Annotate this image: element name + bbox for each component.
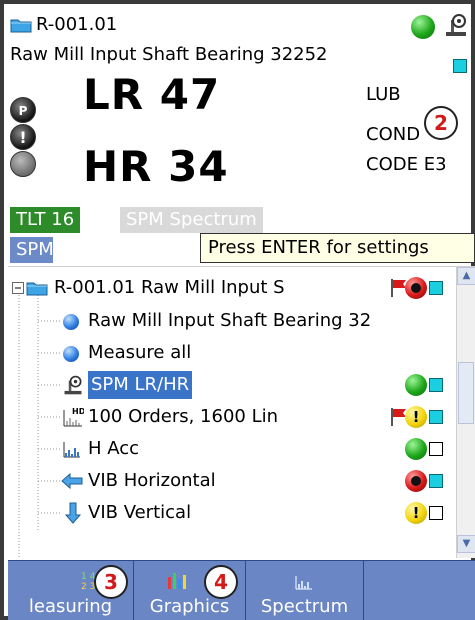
tree-item-spm-lrhr[interactable]: SPM LR/HR bbox=[8, 369, 453, 401]
spm-sensor-icon bbox=[64, 375, 82, 395]
tree-root-row[interactable]: R-001.01 Raw Mill Input S bbox=[8, 272, 453, 304]
tree-item-label: VIB Horizontal bbox=[88, 470, 216, 491]
arrow-down-icon bbox=[64, 502, 82, 524]
scroll-down-icon[interactable]: ▼ bbox=[457, 535, 475, 553]
graphics-icon bbox=[168, 573, 186, 589]
cond-label: COND bbox=[366, 124, 421, 145]
condition-square-icon bbox=[429, 410, 443, 424]
condition-empty-square-icon bbox=[429, 442, 443, 456]
spectrum-button[interactable]: Spectrum bbox=[246, 561, 364, 620]
condition-empty-square-icon bbox=[429, 506, 443, 520]
hd-spectrum-icon: HD bbox=[63, 407, 84, 427]
warning-icon: ! bbox=[10, 124, 36, 150]
status-green-icon bbox=[405, 438, 427, 460]
callout-badge-3: 3 bbox=[94, 565, 128, 599]
tree-item-label: Measure all bbox=[88, 342, 192, 363]
measurement-point-icon bbox=[63, 346, 79, 362]
tree-item-orders[interactable]: HD 100 Orders, 1600 Lin ! bbox=[8, 401, 453, 433]
collapse-icon[interactable] bbox=[12, 282, 24, 294]
tree-item-bearing[interactable]: Raw Mill Input Shaft Bearing 32 bbox=[8, 305, 453, 337]
condition-square-icon bbox=[453, 59, 467, 73]
measurement-tree: R-001.01 Raw Mill Input S Raw Mill Input… bbox=[8, 266, 475, 558]
folder-icon bbox=[26, 282, 48, 296]
graphics-button[interactable]: 4 Graphics bbox=[134, 561, 246, 620]
tree-item-h-acc[interactable]: H Acc bbox=[8, 433, 453, 465]
tab-spm-spectrum[interactable]: SPM Spectrum bbox=[120, 207, 263, 233]
status-warning-icon: ! bbox=[405, 502, 427, 524]
tab-spm[interactable]: SPM bbox=[10, 237, 54, 263]
tree-item-label: Raw Mill Input Shaft Bearing 32 bbox=[88, 310, 372, 331]
device-screen: R-001.01 Raw Mill Input Shaft Bearing 32… bbox=[0, 0, 475, 620]
tree-root-label: R-001.01 Raw Mill Input S bbox=[54, 277, 285, 298]
probe-icon: P bbox=[10, 97, 36, 123]
scroll-up-icon[interactable]: ▲ bbox=[457, 267, 475, 285]
tree-item-label: H Acc bbox=[88, 438, 140, 459]
status-warning-icon: ! bbox=[405, 406, 427, 428]
empty-toolbar-slot[interactable] bbox=[364, 561, 475, 620]
status-red-icon bbox=[405, 277, 427, 299]
inactive-icon bbox=[10, 151, 36, 177]
hr-value: HR 34 bbox=[83, 142, 229, 191]
acceleration-chart-icon bbox=[63, 442, 80, 458]
tree-item-vib-vertical[interactable]: VIB Vertical ! bbox=[8, 497, 453, 529]
measuring-button[interactable]: 1 4 2 3 3 leasuring bbox=[8, 561, 134, 620]
graphics-label: Graphics bbox=[149, 596, 230, 617]
lub-label: LUB bbox=[366, 84, 401, 105]
tree-item-vib-horizontal[interactable]: VIB Horizontal bbox=[8, 465, 453, 497]
tree-item-label: 100 Orders, 1600 Lin bbox=[88, 406, 279, 427]
tree-scrollbar[interactable]: ▲ ▼ bbox=[456, 267, 475, 558]
status-red-icon bbox=[405, 470, 427, 492]
status-green-icon bbox=[405, 374, 427, 396]
equipment-id: R-001.01 bbox=[36, 14, 118, 35]
callout-badge-2: 2 bbox=[424, 106, 458, 140]
spm-sensor-icon bbox=[446, 14, 466, 36]
tree-item-label: VIB Vertical bbox=[88, 502, 192, 523]
settings-tooltip: Press ENTER for settings bbox=[200, 233, 475, 263]
spectrum-label: Spectrum bbox=[260, 596, 349, 617]
tree-item-label: SPM LR/HR bbox=[88, 371, 193, 399]
condition-square-icon bbox=[429, 474, 443, 488]
folder-icon bbox=[10, 17, 32, 33]
measurement-point-icon bbox=[63, 314, 79, 330]
condition-square-icon bbox=[429, 281, 443, 295]
tab-tlt[interactable]: TLT 16 bbox=[10, 207, 81, 233]
tree-item-measure-all[interactable]: Measure all bbox=[8, 337, 453, 369]
callout-badge-4: 4 bbox=[204, 565, 238, 599]
spectrum-icon bbox=[295, 576, 312, 590]
svg-text:HD: HD bbox=[72, 407, 84, 416]
condition-square-icon bbox=[429, 378, 443, 392]
bottom-toolbar: 1 4 2 3 3 leasuring 4 Graphics Spectrum bbox=[8, 560, 475, 620]
lr-value: LR 47 bbox=[83, 70, 221, 119]
scroll-thumb[interactable] bbox=[458, 362, 474, 424]
equipment-id-row: R-001.01 bbox=[10, 14, 117, 35]
arrow-left-icon bbox=[61, 472, 83, 490]
equipment-name: Raw Mill Input Shaft Bearing 32252 bbox=[10, 44, 328, 65]
status-green-icon bbox=[411, 15, 435, 39]
code-label: CODE E3 bbox=[366, 154, 447, 175]
measuring-label: leasuring bbox=[28, 596, 113, 617]
